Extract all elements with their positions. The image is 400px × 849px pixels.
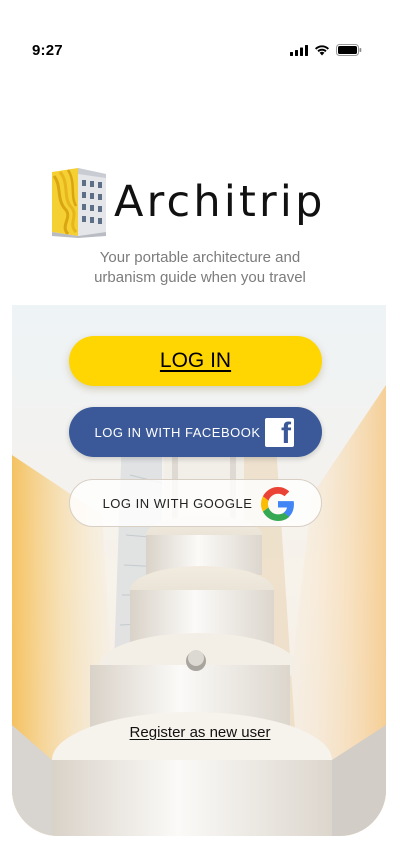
status-time: 9:27: [32, 42, 63, 59]
google-login-button[interactable]: LOG IN WITH GOOGLE: [69, 479, 322, 527]
cellular-signal-icon: [290, 44, 308, 56]
register-link-container: Register as new user: [0, 724, 400, 741]
facebook-login-button[interactable]: LOG IN WITH FACEBOOK f: [69, 407, 322, 457]
building-logo-icon: [52, 168, 106, 238]
facebook-login-label: LOG IN WITH FACEBOOK: [94, 424, 261, 440]
register-link[interactable]: Register as new user: [130, 724, 271, 741]
tagline-line-2: urbanism guide when you travel: [94, 269, 306, 286]
google-icon: [261, 487, 294, 521]
status-icons: [290, 44, 362, 56]
facebook-icon: f: [265, 418, 294, 449]
battery-icon: [336, 44, 362, 56]
tagline: Your portable architecture and urbanism …: [0, 248, 400, 288]
brand: Architrip: [48, 164, 326, 240]
status-bar: 9:27: [0, 0, 400, 104]
login-button[interactable]: LOG IN: [69, 336, 322, 386]
login-button-label: LOG IN: [159, 349, 232, 372]
google-login-label: LOG IN WITH GOOGLE: [102, 495, 253, 511]
tagline-line-1: Your portable architecture and: [99, 249, 301, 266]
app-name: Architrip: [114, 177, 326, 227]
wifi-icon: [315, 45, 329, 56]
